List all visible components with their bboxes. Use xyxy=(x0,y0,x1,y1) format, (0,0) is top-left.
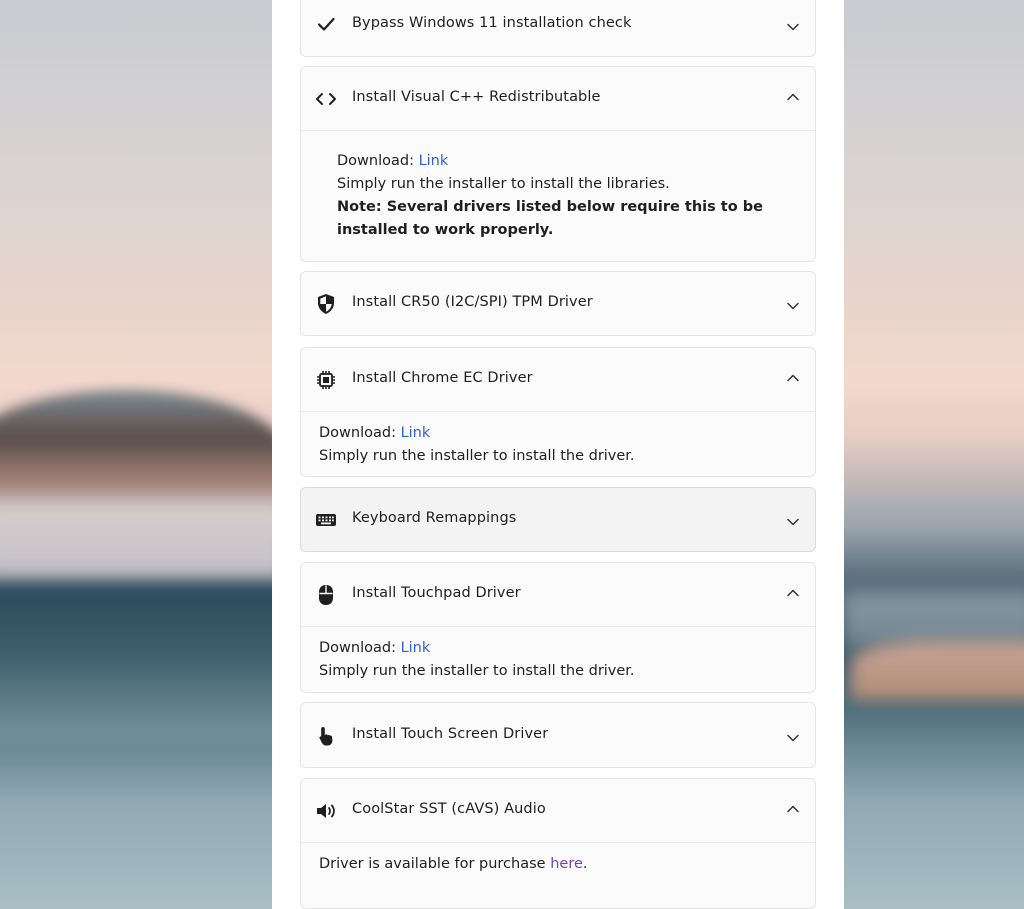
accordion-body: Driver is available for purchase here. xyxy=(301,843,815,876)
accordion-header[interactable]: Install CR50 (I2C/SPI) TPM Driver xyxy=(301,272,815,335)
accordion-title: Install Touchpad Driver xyxy=(352,585,521,601)
accordion-item-keyboard-remappings[interactable]: Keyboard Remappings xyxy=(300,487,816,552)
accordion-header[interactable]: Install Visual C++ Redistributable xyxy=(301,67,815,131)
accordion-body: Download: Link Simply run the installer … xyxy=(301,412,815,468)
background-shore-right xyxy=(850,640,1024,700)
description-text: Simply run the installer to install the … xyxy=(319,663,635,679)
download-link[interactable]: Link xyxy=(419,153,449,169)
accordion-body: Download: Link Simply run the installer … xyxy=(301,131,815,242)
accordion-header[interactable]: Install Touchpad Driver xyxy=(301,563,815,627)
background-water xyxy=(0,585,290,745)
accordion-title: Install Visual C++ Redistributable xyxy=(352,89,601,105)
download-label: Download: xyxy=(319,640,396,656)
download-label: Download: xyxy=(337,153,414,169)
accordion-title: Install CR50 (I2C/SPI) TPM Driver xyxy=(352,294,593,310)
chevron-down-icon[interactable] xyxy=(785,514,801,530)
purchase-line: Driver is available for purchase here. xyxy=(319,853,797,876)
note-text: Note: Several drivers listed below requi… xyxy=(337,199,763,238)
background-shore xyxy=(0,500,290,580)
description-text: Simply run the installer to install the … xyxy=(337,176,670,192)
accordion-header[interactable]: Install Touch Screen Driver xyxy=(301,703,815,767)
accordion-title: Keyboard Remappings xyxy=(352,510,517,526)
accordion-item-touch-screen-driver[interactable]: Install Touch Screen Driver xyxy=(300,702,816,768)
check-icon xyxy=(315,13,337,35)
download-link[interactable]: Link xyxy=(401,425,431,441)
accordion-body: Download: Link Simply run the installer … xyxy=(301,627,815,683)
accordion-header[interactable]: CoolStar SST (cAVS) Audio xyxy=(301,779,815,843)
code-icon xyxy=(315,88,337,110)
accordion-header[interactable]: Keyboard Remappings xyxy=(301,488,815,551)
accordion-title: Install Chrome EC Driver xyxy=(352,370,533,386)
accordion-title: Install Touch Screen Driver xyxy=(352,726,549,742)
chevron-down-icon[interactable] xyxy=(785,19,801,35)
chevron-up-icon[interactable] xyxy=(785,801,801,817)
download-line: Download: Link xyxy=(319,637,797,660)
chevron-down-icon[interactable] xyxy=(785,298,801,314)
speaker-icon xyxy=(315,800,337,822)
download-link[interactable]: Link xyxy=(401,640,431,656)
download-label: Download: xyxy=(319,425,396,441)
accordion-title: CoolStar SST (cAVS) Audio xyxy=(352,801,546,817)
touch-hand-icon xyxy=(315,725,337,747)
chevron-up-icon[interactable] xyxy=(785,370,801,386)
accordion-item-bypass-win11[interactable]: Bypass Windows 11 installation check xyxy=(300,0,816,57)
content-panel: Bypass Windows 11 installation check Ins… xyxy=(272,0,844,909)
purchase-link[interactable]: here xyxy=(550,856,583,872)
purchase-text: Driver is available for purchase xyxy=(319,856,551,872)
accordion-item-coolstar-audio[interactable]: CoolStar SST (cAVS) Audio Driver is avai… xyxy=(300,778,816,909)
chevron-down-icon[interactable] xyxy=(785,730,801,746)
shield-icon xyxy=(315,293,337,315)
download-line: Download: Link xyxy=(337,150,779,173)
accordion-item-touchpad-driver[interactable]: Install Touchpad Driver Download: Link S… xyxy=(300,562,816,693)
chevron-up-icon[interactable] xyxy=(785,585,801,601)
keyboard-icon xyxy=(315,509,337,531)
accordion-item-visual-cpp[interactable]: Install Visual C++ Redistributable Downl… xyxy=(300,66,816,262)
accordion-item-chrome-ec[interactable]: Install Chrome EC Driver Download: Link … xyxy=(300,347,816,477)
download-line: Download: Link xyxy=(319,422,797,445)
chip-icon xyxy=(315,369,337,391)
accordion-header[interactable]: Install Chrome EC Driver xyxy=(301,348,815,412)
purchase-suffix: . xyxy=(582,856,588,872)
chevron-up-icon[interactable] xyxy=(785,89,801,105)
accordion-item-cr50-tpm[interactable]: Install CR50 (I2C/SPI) TPM Driver xyxy=(300,271,816,336)
mouse-icon xyxy=(315,584,337,606)
description-text: Simply run the installer to install the … xyxy=(319,448,635,464)
accordion-header[interactable]: Bypass Windows 11 installation check xyxy=(301,0,815,56)
accordion-title: Bypass Windows 11 installation check xyxy=(352,15,632,31)
